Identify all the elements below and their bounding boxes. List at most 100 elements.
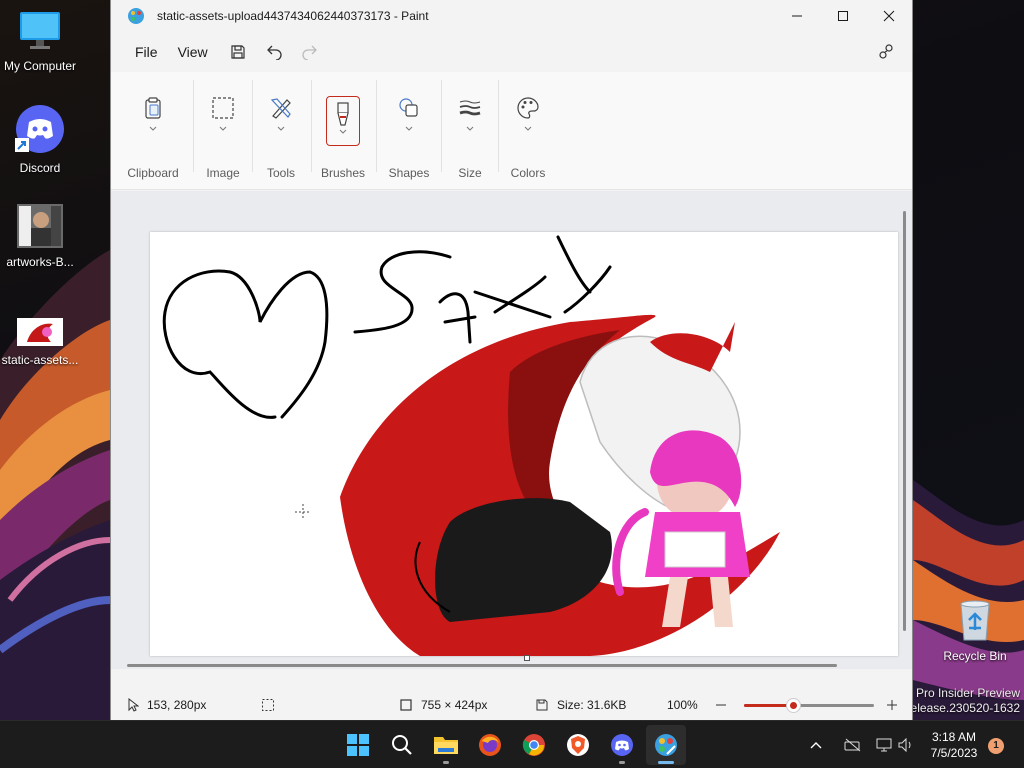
desktop-icon-static-assets[interactable]: static-assets... — [0, 318, 80, 367]
network-status[interactable] — [838, 738, 868, 752]
monitor-icon — [20, 12, 60, 49]
taskbar-paint[interactable] — [646, 725, 686, 765]
canvas-size-status: 755 × 424px — [399, 690, 487, 720]
taskbar-firefox[interactable] — [470, 725, 510, 765]
save-button[interactable] — [222, 36, 254, 68]
desktop-icon-label: My Computer — [3, 59, 77, 73]
redo-button[interactable] — [294, 36, 326, 68]
heart-doodle — [162, 269, 329, 419]
clipboard-icon — [145, 97, 161, 119]
share-icon — [879, 44, 893, 59]
paint-app-icon — [655, 734, 677, 756]
clock-time: 3:18 AM — [931, 730, 977, 744]
palette-icon — [517, 97, 539, 119]
zoom-slider-thumb[interactable] — [787, 699, 800, 712]
ribbon-group-label: Brushes — [320, 166, 366, 180]
desktop-icon-my-computer[interactable]: My Computer — [0, 8, 80, 73]
watermark-line: release.230520-1632 — [906, 701, 1020, 715]
taskbar: 3:18 AM 7/5/2023 1 — [0, 720, 1024, 768]
window-title: static-assets-upload4437434062440373173 … — [157, 9, 429, 23]
ribbon-group-colors[interactable]: Colors — [501, 82, 555, 182]
close-button[interactable] — [866, 0, 912, 32]
maximize-button[interactable] — [820, 0, 866, 32]
windows-start-icon — [347, 734, 369, 756]
chevron-up-icon — [810, 742, 822, 749]
taskbar-brave[interactable] — [558, 725, 598, 765]
ribbon-group-tools[interactable]: Tools — [255, 82, 307, 182]
desktop-icon-label: static-assets... — [1, 353, 79, 367]
cursor-position-value: 153, 280px — [147, 698, 207, 712]
ribbon-group-image[interactable]: Image — [197, 82, 249, 182]
ribbon-group-brushes[interactable]: Brushes — [315, 82, 371, 182]
chevron-down-icon — [339, 129, 347, 134]
desktop-icon-label: artworks-B... — [6, 255, 74, 269]
ribbon-group-clipboard[interactable]: Clipboard — [121, 82, 185, 182]
horizontal-scrollbar[interactable] — [127, 664, 837, 667]
chevron-down-icon — [219, 126, 227, 131]
title-bar[interactable]: static-assets-upload4437434062440373173 … — [111, 0, 912, 32]
search-icon — [392, 735, 412, 755]
canvas-artwork — [162, 235, 780, 656]
search-button[interactable] — [382, 725, 422, 765]
save-icon — [231, 45, 245, 59]
ribbon-toolbar: Clipboard Image Tools Brushes Shapes Siz… — [111, 72, 912, 190]
ribbon-group-label: Shapes — [388, 166, 430, 180]
file-size-value: Size: 31.6KB — [557, 698, 627, 712]
monitor-icon — [876, 738, 892, 752]
taskbar-discord[interactable] — [602, 725, 642, 765]
discord-icon — [611, 734, 633, 756]
show-hidden-icons-button[interactable] — [806, 741, 826, 749]
recycle-bin-icon — [960, 600, 990, 641]
redo-icon — [302, 45, 317, 60]
canvas-resize-handle[interactable] — [524, 655, 530, 661]
shapes-icon — [399, 98, 418, 117]
vertical-scrollbar[interactable] — [903, 211, 906, 631]
canvas-workspace[interactable] — [111, 191, 912, 669]
ribbon-group-shapes[interactable]: Shapes — [379, 82, 439, 182]
save-icon — [536, 699, 548, 711]
size-icon — [459, 100, 481, 116]
display-status[interactable] — [872, 738, 896, 752]
minimize-icon — [792, 15, 802, 17]
ribbon-divider — [498, 80, 499, 172]
folder-icon — [434, 737, 458, 754]
taskbar-file-explorer[interactable] — [426, 725, 466, 765]
drawing-canvas[interactable] — [150, 232, 898, 656]
chevron-down-icon — [277, 126, 285, 131]
minimize-button[interactable] — [774, 0, 820, 32]
ribbon-group-label: Colors — [510, 166, 546, 180]
chevron-down-icon — [149, 126, 157, 131]
ribbon-group-size[interactable]: Size — [445, 82, 495, 182]
desktop-icon-artworks[interactable]: artworks-B... — [0, 204, 80, 269]
zoom-level[interactable]: 100% — [667, 690, 698, 720]
chevron-down-icon — [405, 126, 413, 131]
selection-icon — [212, 97, 234, 119]
zoom-out-button[interactable] — [715, 690, 735, 720]
desktop-icon-discord[interactable]: Discord — [0, 104, 80, 175]
menu-file[interactable]: File — [125, 38, 168, 66]
desktop-icon-label: Discord — [19, 161, 61, 175]
menu-bar: File View — [111, 32, 912, 72]
menu-view[interactable]: View — [168, 38, 218, 66]
zoom-slider[interactable] — [744, 699, 874, 712]
speaker-icon — [898, 738, 911, 752]
volume-button[interactable] — [896, 738, 916, 752]
ribbon-group-label: Tools — [266, 166, 295, 180]
chevron-down-icon — [466, 126, 474, 131]
maximize-icon — [838, 11, 848, 21]
no-network-icon — [844, 738, 861, 752]
desktop-icon-recycle-bin[interactable]: Recycle Bin — [935, 598, 1015, 663]
notification-badge[interactable]: 1 — [988, 738, 1004, 754]
paint-app-icon — [128, 8, 144, 24]
zoom-in-button[interactable] — [886, 690, 906, 720]
undo-button[interactable] — [258, 36, 290, 68]
white-apron — [664, 531, 726, 568]
start-button[interactable] — [338, 725, 378, 765]
taskbar-chrome[interactable] — [514, 725, 554, 765]
share-button[interactable] — [870, 36, 902, 68]
running-indicator — [658, 761, 674, 764]
clock[interactable]: 3:18 AM 7/5/2023 — [924, 729, 984, 761]
selection-icon — [262, 699, 274, 711]
watermark-line: Pro Insider Preview — [915, 686, 1020, 700]
shield-browser-icon — [567, 734, 589, 756]
